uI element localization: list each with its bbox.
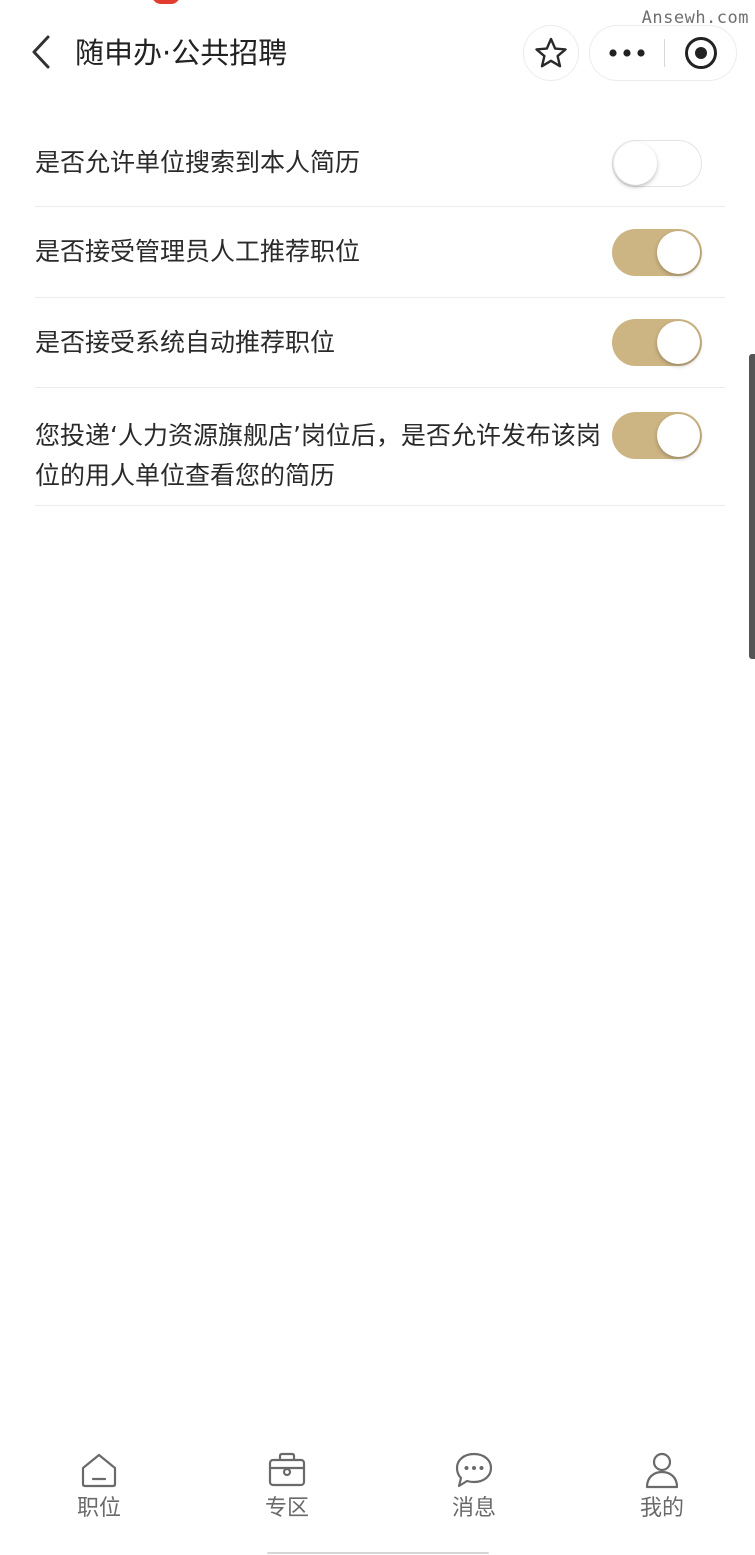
- setting-label: 是否允许单位搜索到本人简历: [35, 148, 361, 177]
- briefcase-icon: [265, 1448, 309, 1492]
- home-indicator: [267, 1552, 489, 1554]
- more-dots-icon: [609, 49, 645, 57]
- more-button[interactable]: [590, 26, 664, 80]
- home-icon: [77, 1448, 121, 1492]
- chevron-left-icon: [32, 35, 50, 69]
- setting-label: 是否接受系统自动推荐职位: [35, 328, 336, 357]
- favorite-button[interactable]: [523, 25, 579, 81]
- setting-label: 您投递‘人力资源旗舰店’岗位后，是否允许发布该岗位的用人单位查看您的简历: [35, 421, 601, 490]
- tab-label: 消息: [451, 1496, 496, 1521]
- page-title: 随申办·公共招聘: [75, 36, 288, 70]
- setting-row-employer-view: 您投递‘人力资源旗舰店’岗位后，是否允许发布该岗位的用人单位查看您的简历: [35, 388, 725, 506]
- tab-label: 专区: [264, 1496, 309, 1521]
- star-outline-icon: [535, 37, 567, 68]
- toggle-knob: [614, 142, 657, 185]
- toggle-knob: [657, 321, 700, 364]
- miniprogram-capsule: [589, 25, 737, 81]
- close-button[interactable]: [665, 26, 737, 80]
- target-close-icon: [685, 37, 717, 69]
- chat-bubble-icon: [452, 1448, 496, 1492]
- toggle-allow-search[interactable]: [612, 140, 702, 187]
- settings-list: 是否允许单位搜索到本人简历 是否接受管理员人工推荐职位 是否接受系统自动推荐职位…: [35, 118, 725, 506]
- setting-label: 是否接受管理员人工推荐职位: [35, 237, 361, 266]
- setting-row-auto-recommend: 是否接受系统自动推荐职位: [35, 298, 725, 388]
- setting-row-manual-recommend: 是否接受管理员人工推荐职位: [35, 207, 725, 298]
- tab-bar: 职位 专区 消息 我的: [0, 1448, 755, 1548]
- user-icon: [640, 1448, 684, 1492]
- status-bar-indicator: [152, 0, 180, 4]
- toggle-auto-recommend[interactable]: [612, 319, 702, 366]
- tab-mine[interactable]: 我的: [602, 1448, 722, 1538]
- edge-scroll-handle[interactable]: [749, 354, 755, 659]
- toggle-knob: [657, 231, 700, 274]
- nav-bar: 随申办·公共招聘: [0, 18, 755, 88]
- tab-label: 我的: [639, 1496, 684, 1521]
- settings-page: Ansewh.com 随申办·公共招聘 是否允许单位搜索到本人简历 是否接受管理…: [0, 0, 755, 1555]
- toggle-manual-recommend[interactable]: [612, 229, 702, 276]
- tab-zone[interactable]: 专区: [227, 1448, 347, 1538]
- tab-label: 职位: [76, 1496, 121, 1521]
- setting-row-allow-search: 是否允许单位搜索到本人简历: [35, 118, 725, 207]
- toggle-knob: [657, 414, 700, 457]
- tab-messages[interactable]: 消息: [414, 1448, 534, 1538]
- toggle-employer-view[interactable]: [612, 412, 702, 459]
- back-button[interactable]: [24, 32, 58, 72]
- tab-jobs[interactable]: 职位: [39, 1448, 159, 1538]
